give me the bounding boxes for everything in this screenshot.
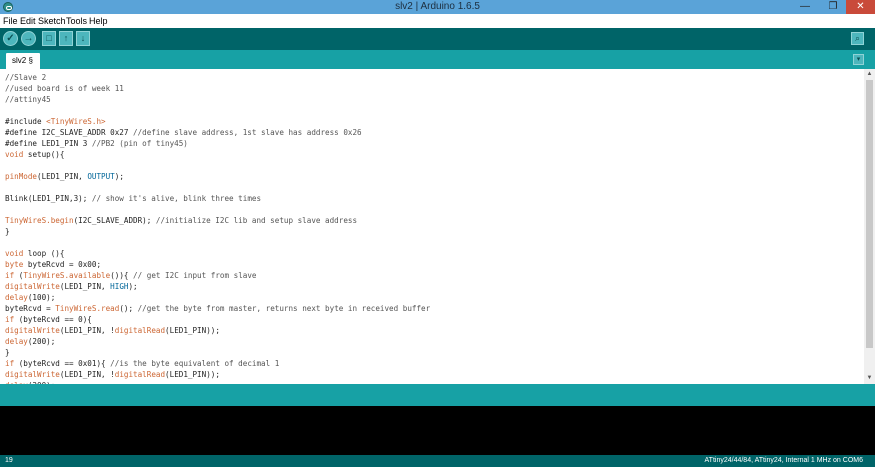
code-line: digitalWrite(LED1_PIN, HIGH); bbox=[5, 282, 138, 291]
message-area bbox=[0, 384, 875, 406]
status-footer: 19 ATtiny24/44/84, ATtiny24, Internal 1 … bbox=[0, 455, 875, 467]
title-bar: slv2 | Arduino 1.6.5 — ❐ ✕ bbox=[0, 0, 875, 14]
code-line: Blink(LED1_PIN,3); // show it's alive, b… bbox=[5, 194, 262, 203]
minimize-button[interactable]: — bbox=[792, 0, 818, 14]
menu-tools[interactable]: Tools bbox=[66, 14, 87, 28]
tab-menu-button[interactable]: ▾ bbox=[853, 54, 864, 65]
code-line: byte byteRcvd = 0x00; bbox=[5, 260, 102, 269]
code-line: void setup(){ bbox=[5, 150, 65, 159]
code-line: digitalWrite(LED1_PIN, !digitalRead(LED1… bbox=[5, 326, 220, 335]
tab-slv2[interactable]: slv2 § bbox=[6, 53, 40, 69]
code-line: byteRcvd = TinyWireS.read(); //get the b… bbox=[5, 304, 431, 313]
scrollbar-thumb[interactable] bbox=[866, 80, 873, 348]
save-sketch-button[interactable]: ↓ bbox=[76, 31, 90, 46]
code-line: void loop (){ bbox=[5, 249, 65, 258]
code-line: TinyWireS.begin(I2C_SLAVE_ADDR); //initi… bbox=[5, 216, 358, 225]
menu-sketch[interactable]: Sketch bbox=[38, 14, 66, 28]
code-line: if (TinyWireS.available()){ // get I2C i… bbox=[5, 271, 257, 280]
code-line: delay(100); bbox=[5, 293, 56, 302]
code-line: //used board is of week 11 bbox=[5, 84, 124, 93]
code-line: #define I2C_SLAVE_ADDR 0x27 //define sla… bbox=[5, 128, 362, 137]
menu-bar: File Edit Sketch Tools Help bbox=[0, 14, 875, 28]
line-number: 19 bbox=[5, 457, 13, 464]
code-line: if (byteRcvd == 0x01){ //is the byte equ… bbox=[5, 359, 280, 368]
close-button[interactable]: ✕ bbox=[846, 0, 875, 14]
code-line: pinMode(LED1_PIN, OUTPUT); bbox=[5, 172, 124, 181]
upload-button[interactable]: → bbox=[21, 31, 36, 46]
menu-edit[interactable]: Edit bbox=[20, 14, 36, 28]
tab-bar: slv2 § ▾ bbox=[0, 50, 875, 69]
code-line: //attiny45 bbox=[5, 95, 51, 104]
window-title: slv2 | Arduino 1.6.5 bbox=[395, 1, 480, 12]
code-line: //Slave 2 bbox=[5, 73, 47, 82]
code-line: #define LED1_PIN 3 //PB2 (pin of tiny45) bbox=[5, 139, 188, 148]
code-editor[interactable]: //Slave 2 //used board is of week 11 //att… bbox=[0, 69, 864, 384]
toolbar: ✓ → □ ↑ ↓ ⌕ bbox=[0, 28, 875, 50]
maximize-button[interactable]: ❐ bbox=[820, 0, 846, 14]
scroll-down-icon[interactable]: ▼ bbox=[864, 373, 875, 384]
open-sketch-button[interactable]: ↑ bbox=[59, 31, 73, 46]
console-output[interactable] bbox=[0, 406, 875, 455]
new-sketch-button[interactable]: □ bbox=[42, 31, 56, 46]
menu-help[interactable]: Help bbox=[89, 14, 108, 28]
code-line: if (byteRcvd == 0){ bbox=[5, 315, 92, 324]
verify-button[interactable]: ✓ bbox=[3, 31, 18, 46]
scroll-up-icon[interactable]: ▲ bbox=[864, 69, 875, 80]
menu-file[interactable]: File bbox=[3, 14, 18, 28]
code-line: } bbox=[5, 348, 10, 357]
code-line: delay(200); bbox=[5, 337, 56, 346]
code-line: } bbox=[5, 227, 10, 236]
editor-scrollbar[interactable]: ▲ ▼ bbox=[864, 69, 875, 384]
code-line: #include <TinyWireS.h> bbox=[5, 117, 106, 126]
serial-monitor-button[interactable]: ⌕ bbox=[851, 32, 864, 45]
board-info: ATtiny24/44/84, ATtiny24, Internal 1 MHz… bbox=[704, 457, 863, 464]
code-line: digitalWrite(LED1_PIN, !digitalRead(LED1… bbox=[5, 370, 220, 379]
